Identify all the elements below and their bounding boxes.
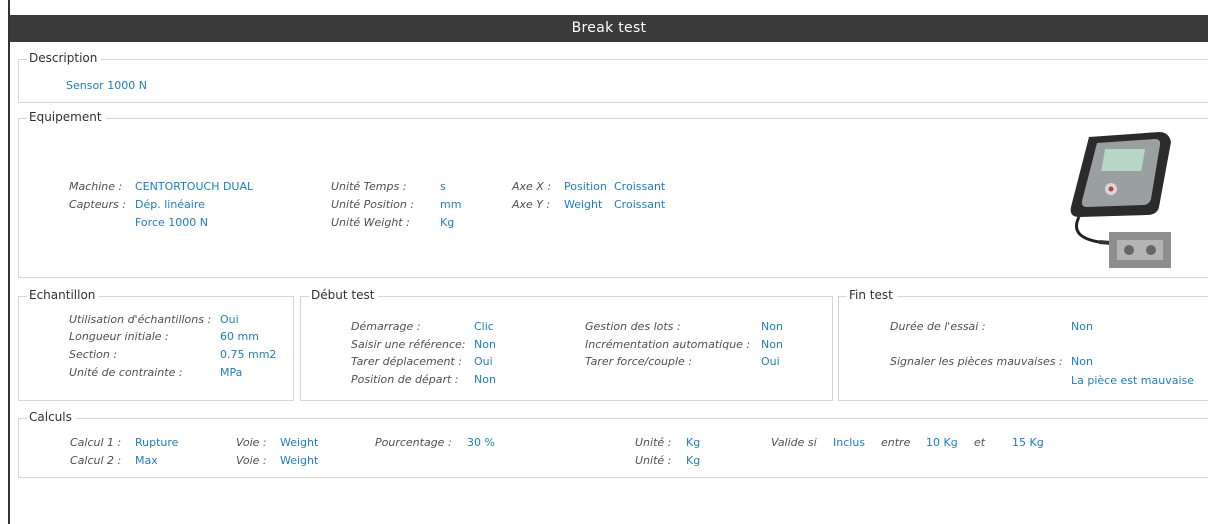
machine-value[interactable]: CENTORTOUCH DUAL (135, 180, 253, 193)
tarer-deplacement-value[interactable]: Oui (474, 355, 493, 368)
unite-2-label: Unité : (635, 454, 672, 467)
duree-value[interactable]: Non (1071, 320, 1093, 333)
signaler-value[interactable]: Non (1071, 355, 1093, 368)
fin-test-group: Fin test Durée de l'essai : Non Signaler… (838, 288, 1208, 401)
axe-y-value[interactable]: Weight (564, 198, 602, 211)
section-value[interactable]: 0.75 mm2 (220, 348, 276, 361)
unite-position-value[interactable]: mm (440, 198, 461, 211)
equipement-group: Equipement Machine : CENTORTOUCH DUAL Ca… (18, 110, 1208, 278)
unite-1-value[interactable]: Kg (686, 436, 700, 449)
echantillon-group: Echantillon Utilisation d'échantillons :… (18, 288, 294, 401)
capteur-1-value[interactable]: Dép. linéaire (135, 198, 205, 211)
pourcentage-label: Pourcentage : (375, 436, 452, 449)
contrainte-value[interactable]: MPa (220, 366, 242, 379)
calcul-2-label: Calcul 2 : (70, 454, 122, 467)
debut-test-legend: Début test (309, 288, 379, 302)
axe-y-direction[interactable]: Croissant (614, 198, 665, 211)
description-value[interactable]: Sensor 1000 N (66, 79, 147, 92)
unite-weight-value[interactable]: Kg (440, 216, 454, 229)
position-depart-label: Position de départ : (351, 373, 459, 386)
calculs-group: Calculs Calcul 1 : Rupture Calcul 2 : Ma… (18, 410, 1208, 478)
duree-label: Durée de l'essai : (890, 320, 986, 333)
calcul-1-label: Calcul 1 : (70, 436, 122, 449)
tarer-force-label: Tarer force/couple : (585, 355, 693, 368)
echantillon-legend: Echantillon (27, 288, 100, 302)
utilisation-label: Utilisation d'échantillons : (69, 313, 212, 326)
capteurs-label: Capteurs : (69, 198, 126, 211)
signaler-label: Signaler les pièces mauvaises : (890, 355, 1063, 368)
entre-label: entre (881, 436, 911, 449)
section-label: Section : (69, 348, 118, 361)
machine-label: Machine : (69, 180, 123, 193)
calcul-2-value[interactable]: Max (135, 454, 158, 467)
tarer-force-value[interactable]: Oui (761, 355, 780, 368)
left-frame-border (0, 0, 10, 524)
valide-si-value[interactable]: Inclus (833, 436, 865, 449)
demarrage-value[interactable]: Clic (474, 320, 494, 333)
longueur-label: Longueur initiale : (69, 330, 169, 343)
position-depart-value[interactable]: Non (474, 373, 496, 386)
axe-x-direction[interactable]: Croissant (614, 180, 665, 193)
reference-label: Saisir une référence: (351, 338, 466, 351)
axe-x-label: Axe X : (512, 180, 552, 193)
fin-test-legend: Fin test (847, 288, 897, 302)
demarrage-label: Démarrage : (351, 320, 421, 333)
axe-x-value[interactable]: Position (564, 180, 607, 193)
capteur-2-value[interactable]: Force 1000 N (135, 216, 208, 229)
debut-test-group: Début test Démarrage : Clic Saisir une r… (300, 288, 833, 401)
voie-1-label: Voie : (236, 436, 267, 449)
gestion-lots-value[interactable]: Non (761, 320, 783, 333)
unite-weight-label: Unité Weight : (331, 216, 410, 229)
equipement-legend: Equipement (27, 110, 106, 124)
unite-position-label: Unité Position : (331, 198, 415, 211)
calculs-legend: Calculs (27, 410, 76, 424)
voie-1-value[interactable]: Weight (280, 436, 318, 449)
longueur-value[interactable]: 60 mm (220, 330, 259, 343)
contrainte-label: Unité de contrainte : (69, 366, 183, 379)
pourcentage-value[interactable]: 30 % (467, 436, 495, 449)
min-value[interactable]: 10 Kg (926, 436, 958, 449)
unite-2-value[interactable]: Kg (686, 454, 700, 467)
window-title: Break test (10, 15, 1208, 42)
voie-2-value[interactable]: Weight (280, 454, 318, 467)
unite-temps-value[interactable]: s (440, 180, 446, 193)
description-legend: Description (27, 51, 102, 65)
unite-temps-label: Unité Temps : (331, 180, 407, 193)
reference-value[interactable]: Non (474, 338, 496, 351)
max-value[interactable]: 15 Kg (1012, 436, 1044, 449)
et-label: et (974, 436, 986, 449)
incrementation-value[interactable]: Non (761, 338, 783, 351)
gestion-lots-label: Gestion des lots : (585, 320, 681, 333)
tarer-deplacement-label: Tarer déplacement : (351, 355, 462, 368)
calcul-1-value[interactable]: Rupture (135, 436, 178, 449)
piece-mauvaise-message[interactable]: La pièce est mauvaise (1071, 374, 1194, 387)
utilisation-value[interactable]: Oui (220, 313, 239, 326)
force-gauge-device-icon (1070, 132, 1171, 268)
unite-1-label: Unité : (635, 436, 672, 449)
description-group: Description Sensor 1000 N (18, 51, 1208, 103)
axe-y-label: Axe Y : (512, 198, 551, 211)
valide-si-label: Valide si (771, 436, 817, 449)
voie-2-label: Voie : (236, 454, 267, 467)
incrementation-label: Incrémentation automatique : (585, 338, 751, 351)
